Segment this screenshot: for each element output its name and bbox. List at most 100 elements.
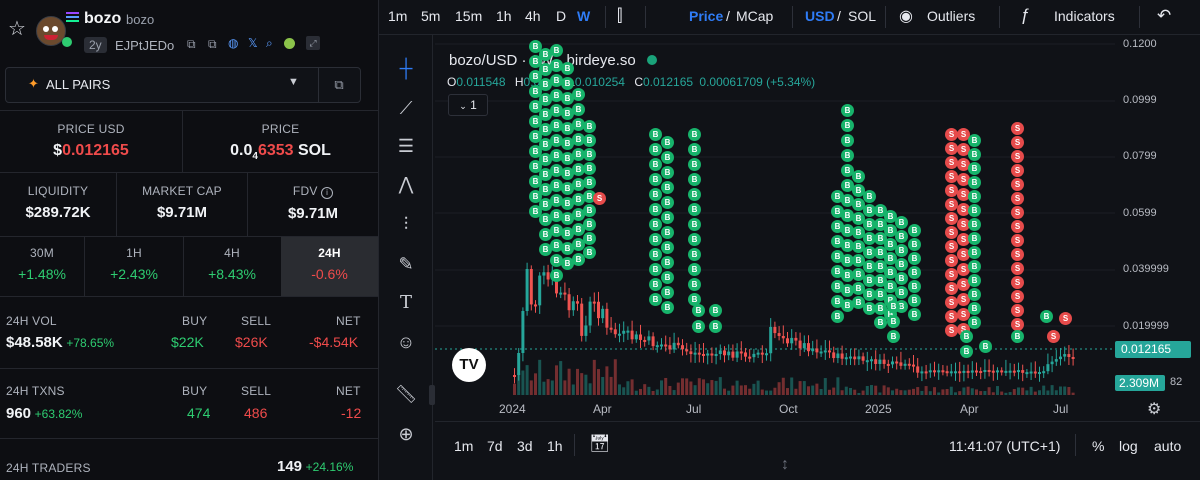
buy-marker[interactable]: B (831, 250, 844, 263)
range-3d[interactable]: 3d (517, 438, 533, 454)
range-7d[interactable]: 7d (487, 438, 503, 454)
buy-marker[interactable]: B (661, 241, 674, 254)
buy-marker[interactable]: B (968, 246, 981, 259)
website-globe-icon[interactable]: ◍ (228, 36, 238, 50)
buy-marker[interactable]: B (908, 238, 921, 251)
usd-toggle[interactable]: USD (805, 8, 835, 24)
buy-marker[interactable]: B (831, 310, 844, 323)
interval-1h[interactable]: 1h (496, 8, 512, 24)
buy-marker[interactable]: B (968, 232, 981, 245)
sell-marker[interactable]: S (1011, 136, 1024, 149)
sell-marker[interactable]: S (1011, 150, 1024, 163)
buy-marker[interactable]: B (583, 148, 596, 161)
sell-marker[interactable]: S (1011, 248, 1024, 261)
buy-marker[interactable]: B (960, 345, 973, 358)
buy-marker[interactable]: B (709, 320, 722, 333)
tf-1h-cell[interactable]: 1H +2.43% (85, 246, 183, 282)
buy-marker[interactable]: B (968, 288, 981, 301)
buy-marker[interactable]: B (895, 230, 908, 243)
buy-marker[interactable]: B (661, 196, 674, 209)
buy-marker[interactable]: B (709, 304, 722, 317)
buy-marker[interactable]: B (692, 304, 705, 317)
buy-marker[interactable]: B (841, 104, 854, 117)
buy-marker[interactable]: B (661, 226, 674, 239)
buy-marker[interactable]: B (968, 190, 981, 203)
star-icon[interactable]: ☆ (8, 16, 26, 41)
buy-marker[interactable]: B (661, 136, 674, 149)
buy-marker[interactable]: B (583, 134, 596, 147)
buy-marker[interactable]: B (887, 330, 900, 343)
buy-marker[interactable]: B (895, 216, 908, 229)
buy-marker[interactable]: B (649, 143, 662, 156)
buy-marker[interactable]: B (968, 162, 981, 175)
sell-marker[interactable]: S (1059, 312, 1072, 325)
buy-marker[interactable]: B (831, 280, 844, 293)
ruler-icon[interactable]: 📏︎ (393, 381, 419, 407)
emoji-icon[interactable]: ☺ (393, 329, 419, 355)
sol-toggle[interactable]: SOL (848, 8, 876, 24)
sell-marker[interactable]: S (945, 324, 958, 337)
sell-marker[interactable]: S (1011, 262, 1024, 275)
buy-marker[interactable]: B (831, 190, 844, 203)
percent-toggle[interactable]: % (1092, 438, 1104, 454)
buy-marker[interactable]: B (908, 308, 921, 321)
copy-pairs-icon[interactable]: ⧉ (318, 68, 359, 102)
info-icon[interactable]: i (321, 187, 334, 199)
buy-marker[interactable]: B (649, 203, 662, 216)
buy-marker[interactable]: B (979, 340, 992, 353)
buy-marker[interactable]: B (550, 269, 563, 282)
tf-30m-cell[interactable]: 30M +1.48% (0, 246, 84, 282)
buy-marker[interactable]: B (968, 218, 981, 231)
buy-marker[interactable]: B (960, 330, 973, 343)
sell-marker[interactable]: S (945, 226, 958, 239)
buy-marker[interactable]: B (661, 286, 674, 299)
buy-marker[interactable]: B (968, 176, 981, 189)
candle-type-icon[interactable]: ⫿ (617, 6, 622, 26)
sell-marker[interactable]: S (1011, 290, 1024, 303)
x-twitter-icon[interactable]: 𝕏 (248, 36, 258, 50)
text-tool-icon[interactable]: T (393, 289, 419, 315)
indicator-collapse-button[interactable]: ⌄ 1 (448, 94, 488, 116)
log-toggle[interactable]: log (1119, 438, 1138, 454)
buy-marker[interactable]: B (688, 158, 701, 171)
sell-marker[interactable]: S (1011, 206, 1024, 219)
auto-toggle[interactable]: auto (1154, 438, 1181, 454)
interval-1m[interactable]: 1m (388, 8, 407, 24)
sell-marker[interactable]: S (945, 156, 958, 169)
buy-marker[interactable]: B (968, 260, 981, 273)
sell-marker[interactable]: S (945, 240, 958, 253)
expand-icon[interactable]: ⤢ (306, 36, 320, 50)
buy-marker[interactable]: B (649, 188, 662, 201)
buy-marker[interactable]: B (908, 266, 921, 279)
coin-icon[interactable] (284, 38, 295, 49)
tf-24h-cell[interactable]: 24H -0.6% (281, 237, 378, 296)
sell-marker[interactable]: S (593, 192, 606, 205)
interval-4h[interactable]: 4h (525, 8, 541, 24)
buy-marker[interactable]: B (841, 134, 854, 147)
search-icon[interactable]: ⌕ (266, 36, 273, 51)
buy-marker[interactable]: B (841, 119, 854, 132)
undo-icon[interactable]: ↶ (1157, 6, 1171, 26)
buy-marker[interactable]: B (688, 248, 701, 261)
buy-marker[interactable]: B (688, 263, 701, 276)
sell-marker[interactable]: S (945, 310, 958, 323)
sell-marker[interactable]: S (1011, 220, 1024, 233)
buy-marker[interactable]: B (831, 205, 844, 218)
buy-marker[interactable]: B (583, 218, 596, 231)
buy-marker[interactable]: B (895, 286, 908, 299)
sell-marker[interactable]: S (1011, 276, 1024, 289)
buy-marker[interactable]: B (968, 148, 981, 161)
buy-marker[interactable]: B (688, 203, 701, 216)
buy-marker[interactable]: B (661, 271, 674, 284)
zoom-in-icon[interactable]: ⊕ (393, 421, 419, 447)
buy-marker[interactable]: B (688, 278, 701, 291)
buy-marker[interactable]: B (863, 190, 876, 203)
trend-line-icon[interactable]: ⟋ (393, 95, 419, 121)
buy-marker[interactable]: B (895, 244, 908, 257)
buy-marker[interactable]: B (688, 188, 701, 201)
buy-marker[interactable]: B (887, 300, 900, 313)
buy-marker[interactable]: B (688, 128, 701, 141)
buy-marker[interactable]: B (550, 44, 563, 57)
buy-marker[interactable]: B (831, 265, 844, 278)
buy-marker[interactable]: B (661, 166, 674, 179)
